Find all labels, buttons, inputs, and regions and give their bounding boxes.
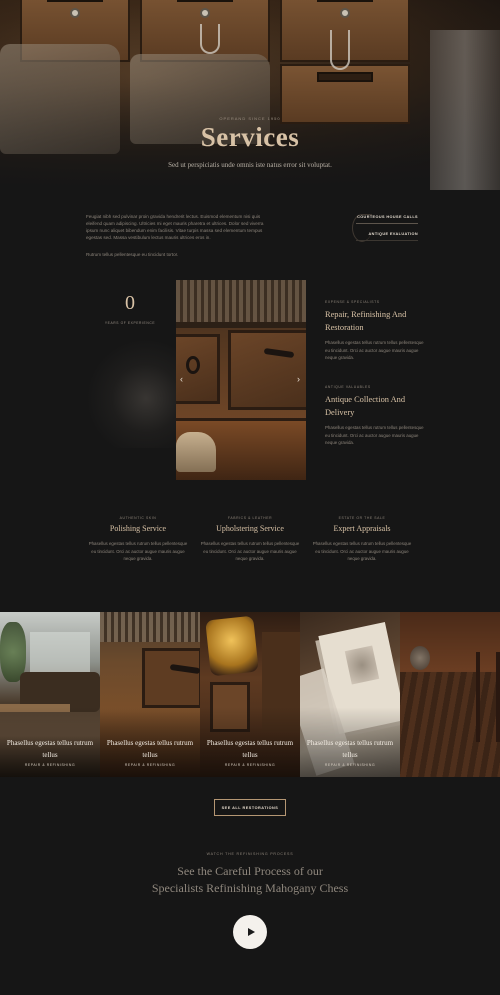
column-title: Polishing Service	[109, 524, 167, 533]
gallery-title: Phasellus egestas tellus rutrum tellus	[206, 739, 294, 759]
service-kicker: Expense & Specialists	[325, 300, 380, 304]
gallery-title: Phasellus egestas tellus rutrum tellus	[306, 739, 394, 759]
play-icon	[247, 928, 255, 936]
intro-links: Courteous House Calls Antique Evaluation	[356, 212, 418, 246]
gallery-caption: Phasellus egestas tellus rutrum tellus R…	[104, 737, 196, 767]
gallery-caption: Phasellus egestas tellus rutrum tellus R…	[4, 737, 96, 767]
drawer-ring	[186, 356, 200, 374]
hook-icon	[200, 24, 220, 54]
column-kicker: Authentic Skin	[119, 516, 157, 520]
dust-texture	[86, 338, 186, 448]
service-description: Phasellus egestas tellus rutrum tellus p…	[325, 425, 424, 446]
service-column: Estate or the Sale Expert Appraisals Pha…	[312, 516, 412, 563]
drawer-panel	[228, 330, 306, 410]
gallery-item[interactable]	[400, 612, 500, 777]
hero-subtitle: Sed ut perspiciatis unde omnis iste natu…	[168, 161, 332, 169]
column-description: Phasellus egestas tellus rutrum tellus p…	[312, 541, 412, 562]
carved-trim-image	[176, 280, 306, 322]
gallery-caption: Phasellus egestas tellus rutrum tellus R…	[304, 737, 396, 767]
see-all-restorations-button[interactable]: See All Restorations	[214, 799, 286, 816]
gallery-kicker: Repair & Refinishing	[24, 763, 76, 767]
process-title-line: See the Careful Process of our	[177, 864, 323, 878]
gallery-kicker: Repair & Refinishing	[124, 763, 176, 767]
hero-section: Operand Since 1950 Services Sed ut persp…	[0, 0, 500, 190]
process-title: See the Careful Process of our Specialis…	[0, 863, 500, 897]
hook-icon	[330, 30, 350, 70]
column-title: Upholstering Service	[216, 524, 284, 533]
hero-drawer	[280, 64, 410, 124]
hero-kicker: Operand Since 1950	[219, 116, 281, 121]
gallery-title: Phasellus egestas tellus rutrum tellus	[106, 739, 194, 759]
years-counter: 0	[125, 292, 135, 314]
years-label: Years of Experience	[104, 321, 156, 325]
column-description: Phasellus egestas tellus rutrum tellus p…	[88, 541, 188, 562]
service-item: Antique Valuables Antique Collection And…	[325, 385, 425, 447]
antique-evaluation-link[interactable]: Antique Evaluation	[356, 229, 418, 241]
intro-paragraph-short: Rutrum tellus pellentesque eu tincidunt …	[86, 252, 179, 257]
page-title: Services	[200, 122, 300, 152]
intro-paragraph: Feugiat nibh sed pulvinar proin gravida …	[86, 214, 264, 240]
process-kicker: Watch the Refinishing Process	[206, 852, 294, 856]
house-calls-link[interactable]: Courteous House Calls	[356, 212, 418, 224]
service-description: Phasellus egestas tellus rutrum tellus p…	[325, 340, 424, 361]
slider-next-icon[interactable]: ›	[297, 374, 300, 384]
column-kicker: Estate or the Sale	[338, 516, 386, 520]
page: Operand Since 1950 Services Sed ut persp…	[0, 0, 500, 995]
column-description: Phasellus egestas tellus rutrum tellus p…	[200, 541, 300, 562]
service-title: Repair, Refinishing And Restoration	[325, 310, 407, 332]
gallery-kicker: Repair & Refinishing	[324, 763, 376, 767]
gallery-caption: Phasellus egestas tellus rutrum tellus R…	[204, 737, 296, 767]
service-title: Antique Collection And Delivery	[325, 395, 406, 417]
column-title: Expert Appraisals	[333, 524, 391, 533]
column-kicker: Fabrics & Leather	[227, 516, 273, 520]
play-video-button[interactable]	[233, 915, 267, 949]
process-title-line: Specialists Refinishing Mahogany Chess	[151, 881, 349, 895]
service-item: Expense & Specialists Repair, Refinishin…	[325, 300, 425, 362]
gallery-title: Phasellus egestas tellus rutrum tellus	[6, 739, 94, 759]
service-kicker: Antique Valuables	[325, 385, 371, 389]
service-column: Fabrics & Leather Upholstering Service P…	[200, 516, 300, 563]
slider-prev-icon[interactable]: ‹	[180, 374, 183, 384]
service-column: Authentic Skin Polishing Service Phasell…	[88, 516, 188, 563]
gallery-kicker: Repair & Refinishing	[224, 763, 276, 767]
cushion-image	[176, 432, 216, 472]
